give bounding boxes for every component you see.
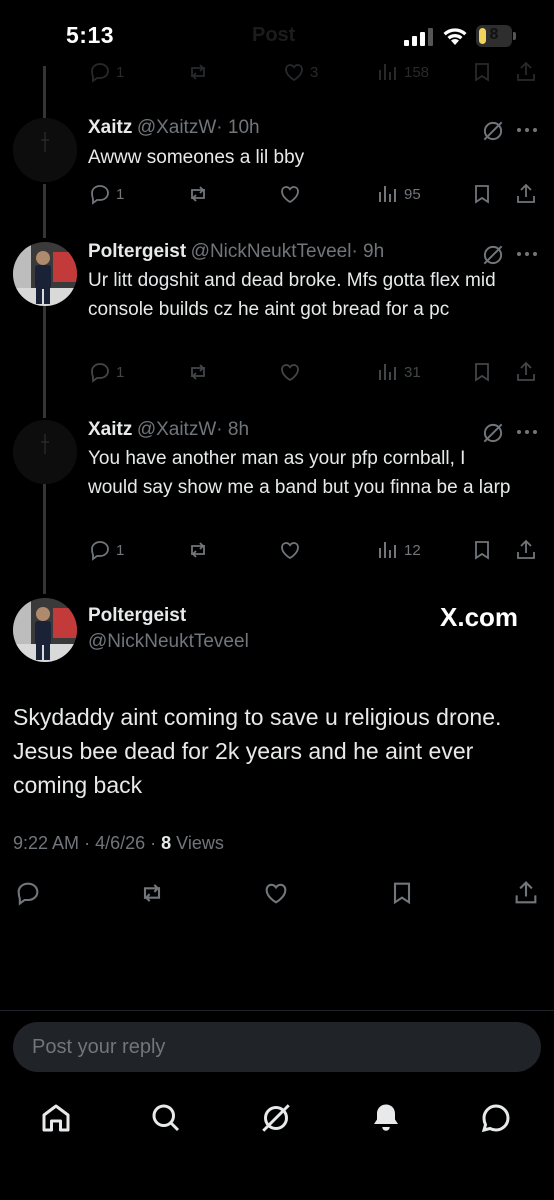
xcom-watermark: X.com	[440, 602, 519, 632]
cellular-signal-icon	[404, 28, 433, 46]
avatar[interactable]	[13, 118, 77, 182]
tab-bar	[0, 1082, 554, 1200]
post-text: Skydaddy aint coming to save u religious…	[13, 704, 502, 798]
tweet-text: Awww someones a lil bby	[88, 147, 305, 168]
author-handle[interactable]: @XaitzW	[137, 419, 216, 440]
repost-button[interactable]	[186, 182, 210, 206]
grok-icon[interactable]	[480, 118, 506, 144]
post-views-label: Views	[176, 833, 224, 853]
share-button[interactable]	[514, 538, 538, 562]
views-button[interactable]: 31	[376, 360, 421, 384]
more-icon[interactable]	[514, 244, 540, 264]
thread-line	[43, 184, 46, 238]
like-button[interactable]	[278, 538, 302, 562]
author-handle[interactable]: @NickNeuktTeveel	[88, 631, 249, 653]
search-icon[interactable]	[148, 1100, 184, 1136]
tweet-text: Ur litt dogshit and dead broke. Mfs gott…	[88, 270, 496, 320]
repost-button[interactable]	[186, 538, 210, 562]
like-button[interactable]	[262, 879, 290, 907]
like-button[interactable]	[278, 182, 302, 206]
grok-icon[interactable]	[480, 242, 506, 268]
grok-icon[interactable]	[258, 1100, 294, 1136]
like-button[interactable]: 3	[282, 60, 318, 84]
reply-button[interactable]	[14, 879, 42, 907]
bookmark-button[interactable]	[470, 60, 494, 84]
bookmark-button[interactable]	[470, 538, 494, 562]
page-title: Post	[252, 24, 296, 46]
author-handle[interactable]: @XaitzW	[137, 117, 216, 138]
like-count: 3	[310, 63, 319, 81]
reply-placeholder: Post your reply	[32, 1036, 166, 1058]
reply-count: 1	[116, 541, 125, 559]
views-button[interactable]: 158	[376, 60, 429, 84]
like-button[interactable]	[278, 360, 302, 384]
share-button[interactable]	[512, 879, 540, 907]
repost-button[interactable]	[186, 60, 210, 84]
post-meta: 9:22 AM · 4/6/26 · 8 Views	[13, 833, 224, 853]
battery-indicator: 8	[476, 25, 518, 47]
avatar[interactable]	[13, 598, 77, 662]
view-count: 31	[404, 363, 421, 381]
reply-count: 1	[116, 185, 125, 203]
avatar[interactable]	[13, 242, 77, 306]
thread-line	[43, 66, 46, 120]
tweet-time: · 9h	[351, 241, 385, 262]
post-views-count: 8	[161, 833, 172, 853]
share-button[interactable]	[514, 182, 538, 206]
thread-line	[43, 306, 46, 418]
bookmark-button[interactable]	[470, 182, 494, 206]
author-name[interactable]: Poltergeist	[88, 605, 186, 627]
view-count: 158	[404, 63, 430, 81]
tweet-header: Xaitz @XaitzW· 10h	[88, 117, 260, 139]
reply-count: 1	[116, 363, 125, 381]
reply-button[interactable]: 1	[88, 182, 124, 206]
views-button[interactable]: 95	[376, 182, 421, 206]
tweet-header: Xaitz @XaitzW· 8h	[88, 419, 249, 441]
grok-icon[interactable]	[480, 420, 506, 446]
views-button[interactable]: 12	[376, 538, 421, 562]
home-icon[interactable]	[38, 1100, 74, 1136]
author-name[interactable]: Xaitz	[88, 419, 132, 440]
author-name[interactable]: Poltergeist	[88, 241, 186, 262]
notifications-icon[interactable]	[368, 1100, 404, 1136]
thread-line	[43, 482, 46, 594]
messages-icon[interactable]	[478, 1100, 514, 1136]
author-name[interactable]: Xaitz	[88, 117, 132, 138]
repost-button[interactable]	[186, 360, 210, 384]
more-icon[interactable]	[514, 120, 540, 140]
bookmark-button[interactable]	[470, 360, 494, 384]
battery-percent: 8	[489, 26, 499, 43]
reply-count: 1	[116, 63, 125, 81]
view-count: 12	[404, 541, 421, 559]
status-time: 5:13	[66, 22, 115, 48]
repost-button[interactable]	[138, 879, 166, 907]
more-icon[interactable]	[514, 422, 540, 442]
reply-button[interactable]: 1	[88, 60, 124, 84]
post-date: 4/6/26	[95, 833, 146, 853]
reply-button[interactable]: 1	[88, 360, 124, 384]
bookmark-button[interactable]	[388, 879, 416, 907]
share-button[interactable]	[514, 60, 538, 84]
tweet-time: · 8h	[216, 419, 250, 440]
tweet-text: You have another man as your pfp cornbal…	[88, 448, 511, 498]
wifi-icon	[443, 28, 467, 45]
tweet-header: Poltergeist @NickNeuktTeveel· 9h	[88, 241, 384, 263]
avatar[interactable]	[13, 420, 77, 484]
reply-button[interactable]: 1	[88, 538, 124, 562]
view-count: 95	[404, 185, 421, 203]
tweet-time: · 10h	[216, 117, 260, 138]
share-button[interactable]	[514, 360, 538, 384]
author-handle[interactable]: @NickNeuktTeveel	[191, 241, 352, 262]
post-time: 9:22 AM	[13, 833, 80, 853]
divider	[0, 1010, 554, 1011]
